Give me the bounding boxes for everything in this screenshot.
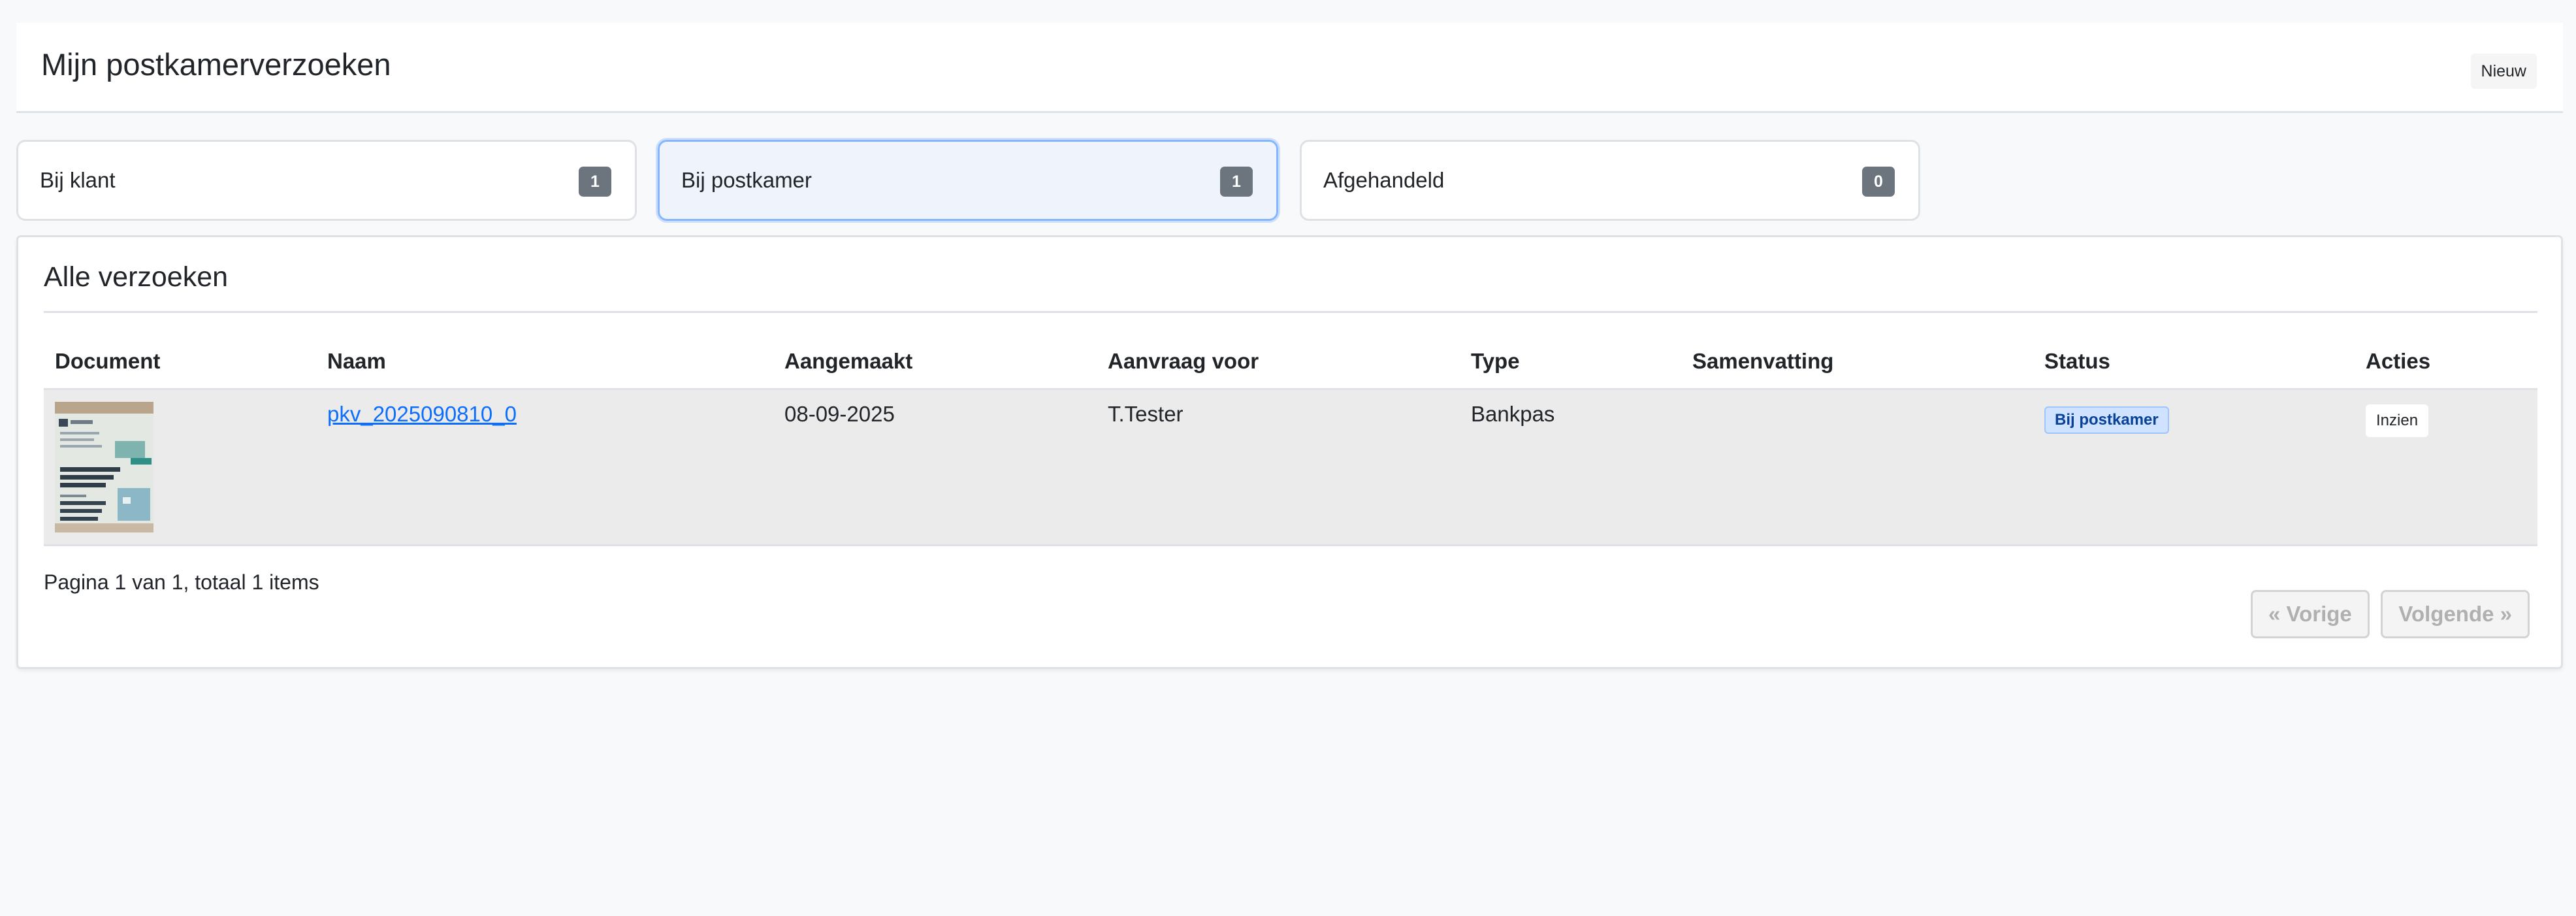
requests-card: Alle verzoeken Document Naam Aangemaakt … (16, 235, 2563, 669)
pagination-summary: Pagina 1 van 1, totaal 1 items (44, 570, 319, 594)
page-title: Mijn postkamerverzoeken (41, 47, 391, 82)
new-request-button[interactable]: Nieuw (2470, 54, 2537, 89)
column-header-requested-for: Aanvraag voor (1097, 335, 1460, 390)
section-title: Alle verzoeken (44, 261, 229, 293)
requested-for-cell: T.Tester (1097, 389, 1460, 546)
column-header-type: Type (1460, 335, 1681, 390)
count-badge: 0 (1862, 167, 1895, 197)
count-badge: 1 (1220, 167, 1253, 197)
document-cell (44, 389, 316, 546)
status-cell: Bij postkamer (2033, 389, 2355, 546)
type-cell: Bankpas (1460, 389, 1681, 546)
column-header-document: Document (44, 335, 316, 390)
tab-bij-klant[interactable]: Bij klant 1 (16, 140, 637, 221)
created-cell: 08-09-2025 (773, 389, 1097, 546)
tab-afgehandeld[interactable]: Afgehandeld 0 (1300, 140, 1920, 221)
column-header-created: Aangemaakt (773, 335, 1097, 390)
name-cell: pkv_2025090810_0 (316, 389, 773, 546)
column-header-summary: Samenvatting (1681, 335, 2033, 390)
column-header-actions: Acties (2355, 335, 2537, 390)
next-page-button[interactable]: Volgende » (2381, 590, 2530, 638)
page-header: Mijn postkamerverzoeken Nieuw (16, 23, 2563, 113)
request-name-link[interactable]: pkv_2025090810_0 (327, 402, 517, 426)
column-header-name: Naam (316, 335, 773, 390)
view-button[interactable]: Inzien (2366, 404, 2429, 437)
column-header-status: Status (2033, 335, 2355, 390)
tab-label: Bij klant (40, 168, 116, 192)
status-badge: Bij postkamer (2044, 406, 2169, 434)
table-row: pkv_2025090810_0 08-09-2025 T.Tester Ban… (44, 389, 2537, 546)
document-scan-icon (55, 401, 153, 532)
actions-cell: Inzien (2355, 389, 2537, 546)
tab-bij-postkamer[interactable]: Bij postkamer 1 (658, 140, 1278, 221)
count-badge: 1 (579, 167, 611, 197)
document-scan-thumbnail[interactable] (55, 401, 153, 532)
summary-cell (1681, 389, 2033, 546)
tab-label: Afgehandeld (1323, 168, 1445, 192)
section-divider (44, 311, 2537, 313)
tab-label: Bij postkamer (681, 168, 812, 192)
table-header-row: Document Naam Aangemaakt Aanvraag voor T… (44, 335, 2537, 390)
previous-page-button[interactable]: « Vorige (2251, 590, 2370, 638)
requests-table: Document Naam Aangemaakt Aanvraag voor T… (44, 335, 2537, 546)
